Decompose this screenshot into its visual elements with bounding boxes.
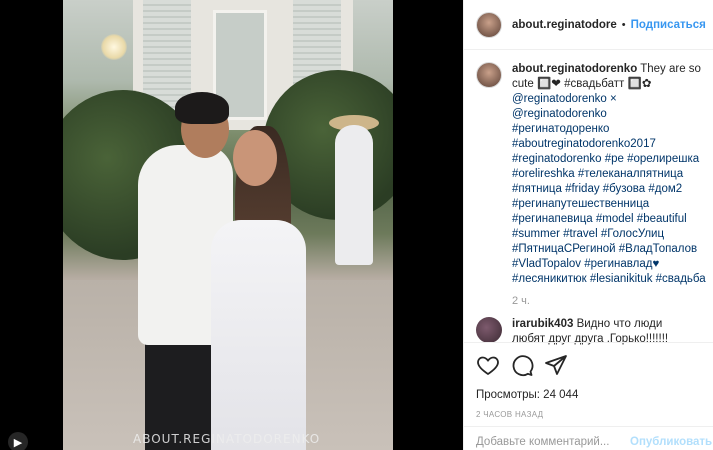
play-icon[interactable]: ▶ [8,432,28,450]
video-watermark: ABOUT.REGINATODORENKO [133,432,321,446]
caption-line[interactable]: #ПятницаСРегиной #ВладТопалов [512,243,697,255]
action-icons [476,353,702,377]
caption-line[interactable]: @reginatodorenko × [512,93,617,105]
separator-dot: • [621,18,626,31]
heart-icon[interactable] [476,353,500,377]
lamp [101,34,127,60]
comment-avatar[interactable] [476,317,502,343]
caption-line[interactable]: #регинапутешественница [512,198,649,210]
caption-username[interactable]: about.reginatodorenko [512,63,637,75]
caption-line[interactable]: #reginatodorenko #ре #орелирешка [512,153,699,165]
caption: about.reginatodorenko They are so cute 🔲… [476,62,707,287]
caption-line[interactable]: #регинатодоренко [512,123,609,135]
header-username[interactable]: about.reginatodore [512,19,617,31]
caption-timestamp[interactable]: 2 ч. [512,295,707,307]
caption-line[interactable]: #регинапевица #model #beautiful [512,213,687,225]
caption-avatar[interactable] [476,62,502,88]
comment-icon[interactable] [510,353,534,377]
post-sidebar: about.reginatodore • Подписаться about.r… [463,0,713,450]
caption-line[interactable]: #summer #travel #ГолосУлиц [512,228,664,240]
comment-input[interactable] [476,435,630,448]
comments-section: about.reginatodorenko They are so cute 🔲… [476,62,707,347]
caption-line: 🔲❤ #свадьбатт 🔲✿ [536,78,652,90]
bride-dress [211,220,306,450]
comment-username[interactable]: irarubik403 [512,318,573,330]
add-comment-bar: Опубликовать [464,426,713,450]
caption-line[interactable]: #orelireshka #телеканалпятница [512,168,683,180]
view-count[interactable]: Просмотры: 24 044 [476,389,702,401]
guest-figure [335,125,373,265]
follow-button[interactable]: Подписаться [631,19,706,31]
publish-button[interactable]: Опубликовать [630,436,712,448]
post-timestamp[interactable]: 2 ЧАСОВ НАЗАД [476,410,702,419]
post-actions: Просмотры: 24 044 2 ЧАСОВ НАЗАД [464,342,713,419]
bride-head [233,130,277,186]
avatar[interactable] [476,11,502,38]
share-icon[interactable] [544,353,568,377]
caption-line[interactable]: #лесяникитюк #lesianikituk #свадьба [512,273,706,285]
caption-line[interactable]: #пятница #friday #бузова #дом2 [512,183,682,195]
post-header: about.reginatodore • Подписаться [464,0,713,50]
caption-line[interactable]: #VladTopalov #регинавлад♥ [512,258,659,270]
post-media[interactable]: ABOUT.REGINATODORENKO ▶ [0,0,463,450]
caption-line[interactable]: #aboutreginatodorenko2017 [512,138,656,150]
video-frame[interactable]: ABOUT.REGINATODORENKO [63,0,393,450]
caption-line[interactable]: @reginatodorenko [512,108,607,120]
caption-text: about.reginatodorenko They are so cute 🔲… [512,62,707,287]
groom-hair [175,92,229,124]
